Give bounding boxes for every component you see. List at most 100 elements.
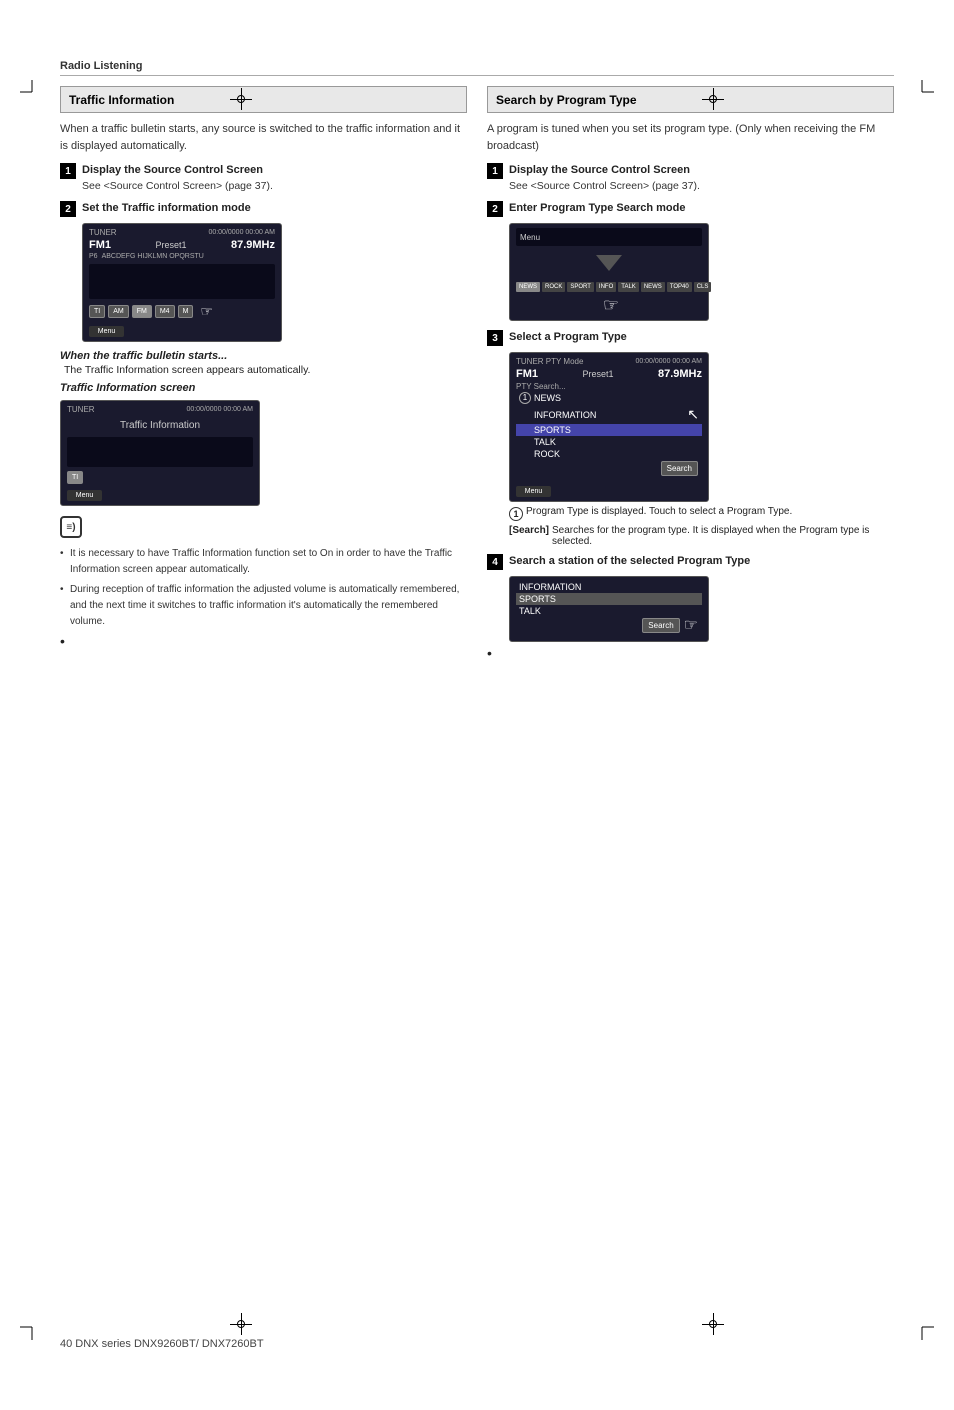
tab-cls[interactable]: CLS bbox=[694, 282, 712, 292]
m1-button[interactable]: M4 bbox=[155, 305, 175, 318]
search-item-2[interactable]: SPORTS bbox=[516, 593, 702, 605]
tuner-screen-container: TUNER 00:00/0000 00:00 AM FM1 Preset1 87… bbox=[82, 223, 467, 342]
tab-talk[interactable]: TALK bbox=[618, 282, 639, 292]
pty-item-1[interactable]: 1 NEWS bbox=[516, 391, 702, 405]
right-step4-title: Search a station of the selected Program… bbox=[509, 553, 750, 570]
pty-menu-bar[interactable]: Menu bbox=[516, 486, 551, 497]
pty-item-2-label: INFORMATION bbox=[534, 410, 596, 420]
step2-row: 2 Set the Traffic information mode bbox=[60, 200, 467, 217]
tuner2-top-row: TUNER 00:00/0000 00:00 AM bbox=[67, 405, 253, 414]
down-arrow-icon bbox=[594, 253, 624, 273]
search-program-intro: A program is tuned when you set its prog… bbox=[487, 121, 894, 154]
bulletin-text: The Traffic Information screen appears a… bbox=[64, 364, 467, 376]
tuner2-ti-button[interactable]: TI bbox=[67, 471, 83, 484]
search-item-2-label: SPORTS bbox=[519, 594, 556, 604]
right-step2-row: 2 Enter Program Type Search mode bbox=[487, 200, 894, 217]
corner-mark-bl bbox=[20, 1315, 45, 1340]
tab-top40[interactable]: TOP40 bbox=[667, 282, 692, 292]
step1-row: 1 Display the Source Control Screen See … bbox=[60, 162, 467, 194]
pty-item-2[interactable]: INFORMATION ↖ bbox=[516, 405, 702, 424]
right-step3-row: 3 Select a Program Type bbox=[487, 329, 894, 346]
fm-button[interactable]: FM bbox=[132, 305, 152, 318]
tuner2-label: TUNER bbox=[67, 405, 95, 414]
search-touch-icon: ☞ bbox=[684, 615, 698, 635]
traffic-information-section: Traffic Information When a traffic bulle… bbox=[60, 86, 467, 661]
pty-cursor-icon: ↖ bbox=[687, 406, 699, 423]
right-step2-title: Enter Program Type Search mode bbox=[509, 200, 685, 217]
pty-list: 1 NEWS INFORMATION ↖ SPORTS bbox=[516, 391, 702, 480]
tab-sport[interactable]: SPORT bbox=[567, 282, 594, 292]
pty-search-label: PTY Search... bbox=[516, 382, 702, 391]
bullet-dot: • bbox=[60, 633, 65, 649]
pty-enter-touch: ☞ bbox=[516, 295, 702, 316]
search-results-screen: INFORMATION SPORTS TALK Search ☞ bbox=[509, 576, 709, 642]
right-step1-num: 1 bbox=[487, 163, 503, 179]
search-by-program-type-section: Search by Program Type A program is tune… bbox=[487, 86, 894, 661]
m2-button[interactable]: M bbox=[178, 305, 194, 318]
step1-num: 1 bbox=[60, 163, 76, 179]
pty-item-4[interactable]: TALK bbox=[516, 436, 702, 448]
tab-news2[interactable]: NEWS bbox=[641, 282, 665, 292]
search-item-1-label: INFORMATION bbox=[519, 582, 581, 592]
pty-item-4-label: TALK bbox=[534, 437, 556, 447]
step2-content: Set the Traffic information mode bbox=[82, 200, 251, 217]
pty-select-screen: TUNER PTY Mode 00:00/0000 00:00 AM FM1 P… bbox=[509, 352, 709, 502]
pty-menu-container: Menu bbox=[516, 483, 702, 497]
tuner-display-area bbox=[89, 264, 275, 299]
right-step1-content: Display the Source Control Screen See <S… bbox=[509, 162, 700, 194]
right-bullet-dot: • bbox=[487, 645, 492, 661]
tuner2-time: 00:00/0000 00:00 AM bbox=[186, 406, 253, 413]
pty-enter-screen-container: Menu NEWS ROCK SPORT INFO TALK bbox=[509, 223, 894, 321]
tuner2-display-area bbox=[67, 437, 253, 467]
pty-search-button[interactable]: Search bbox=[661, 461, 698, 476]
search-item-1[interactable]: INFORMATION bbox=[516, 581, 702, 593]
tuner-fm: FM1 bbox=[89, 239, 111, 251]
search-button[interactable]: Search bbox=[642, 618, 679, 633]
pty-enter-top: Menu bbox=[516, 228, 702, 246]
tuner2-menu-bar[interactable]: Menu bbox=[67, 490, 102, 501]
tuner-menu-container: Menu bbox=[89, 323, 275, 337]
crop-mark-bottom-center bbox=[230, 1313, 252, 1335]
search-screen-container: INFORMATION SPORTS TALK Search ☞ bbox=[509, 576, 894, 642]
bulletin-title: When the traffic bulletin starts... bbox=[60, 350, 467, 362]
step3-note1-row: 1 Program Type is displayed. Touch to se… bbox=[509, 506, 894, 521]
pty-item-5[interactable]: ROCK bbox=[516, 448, 702, 460]
tuner-buttons: TI AM FM M4 M ☞ bbox=[89, 303, 275, 320]
corner-mark-tr bbox=[909, 80, 934, 105]
search-note-text: Searches for the program type. It is dis… bbox=[552, 525, 894, 547]
tuner-p6: P6 bbox=[89, 253, 98, 260]
step3-note-search-row: [Search] Searches for the program type. … bbox=[509, 525, 894, 547]
pty-item-1-num: 1 bbox=[519, 392, 531, 404]
tuner-top-row: TUNER 00:00/0000 00:00 AM bbox=[89, 228, 275, 237]
step1-sub: See <Source Control Screen> (page 37). bbox=[82, 179, 273, 195]
note-list: It is necessary to have Traffic Informat… bbox=[60, 546, 467, 630]
tuner-preset: Preset1 bbox=[155, 240, 186, 250]
traffic-info-content: Traffic Information bbox=[67, 416, 253, 435]
tab-rock[interactable]: ROCK bbox=[542, 282, 565, 292]
tuner-label: TUNER bbox=[89, 228, 117, 237]
ti-button[interactable]: TI bbox=[89, 305, 105, 318]
tab-info[interactable]: INFO bbox=[596, 282, 616, 292]
step3-note1-text: Program Type is displayed. Touch to sele… bbox=[526, 506, 792, 517]
pty-item-3[interactable]: SPORTS bbox=[516, 424, 702, 436]
search-bracket-label: [Search] bbox=[509, 525, 549, 536]
pty-time: 00:00/0000 00:00 AM bbox=[635, 358, 702, 365]
note1-circle: 1 bbox=[509, 507, 523, 521]
tuner-menu-bar[interactable]: Menu bbox=[89, 326, 124, 337]
tab-news[interactable]: NEWS bbox=[516, 282, 540, 292]
tuner2-buttons: TI bbox=[67, 471, 253, 484]
pty-mode-label: TUNER PTY Mode bbox=[516, 357, 583, 366]
traffic-info-screen-section: Traffic Information screen bbox=[60, 382, 467, 394]
tuner-time: 00:00/0000 00:00 AM bbox=[208, 229, 275, 236]
tuner-main-row: FM1 Preset1 87.9MHz bbox=[89, 239, 275, 251]
pty-arrow-container bbox=[516, 249, 702, 279]
pty-fm: FM1 bbox=[516, 368, 538, 380]
am-button[interactable]: AM bbox=[108, 305, 129, 318]
pty-item-1-label: NEWS bbox=[534, 393, 561, 403]
right-step4-row: 4 Search a station of the selected Progr… bbox=[487, 553, 894, 570]
search-btn-container: Search ☞ bbox=[642, 615, 698, 635]
section-label: Radio Listening bbox=[60, 60, 894, 76]
tuner-text-row: P6 ABCDEFG HIJKLMN OPQRSTU bbox=[89, 253, 275, 260]
traffic-info-tuner-container: TUNER 00:00/0000 00:00 AM Traffic Inform… bbox=[60, 400, 467, 506]
tuner-screen-2: TUNER 00:00/0000 00:00 AM Traffic Inform… bbox=[60, 400, 260, 506]
